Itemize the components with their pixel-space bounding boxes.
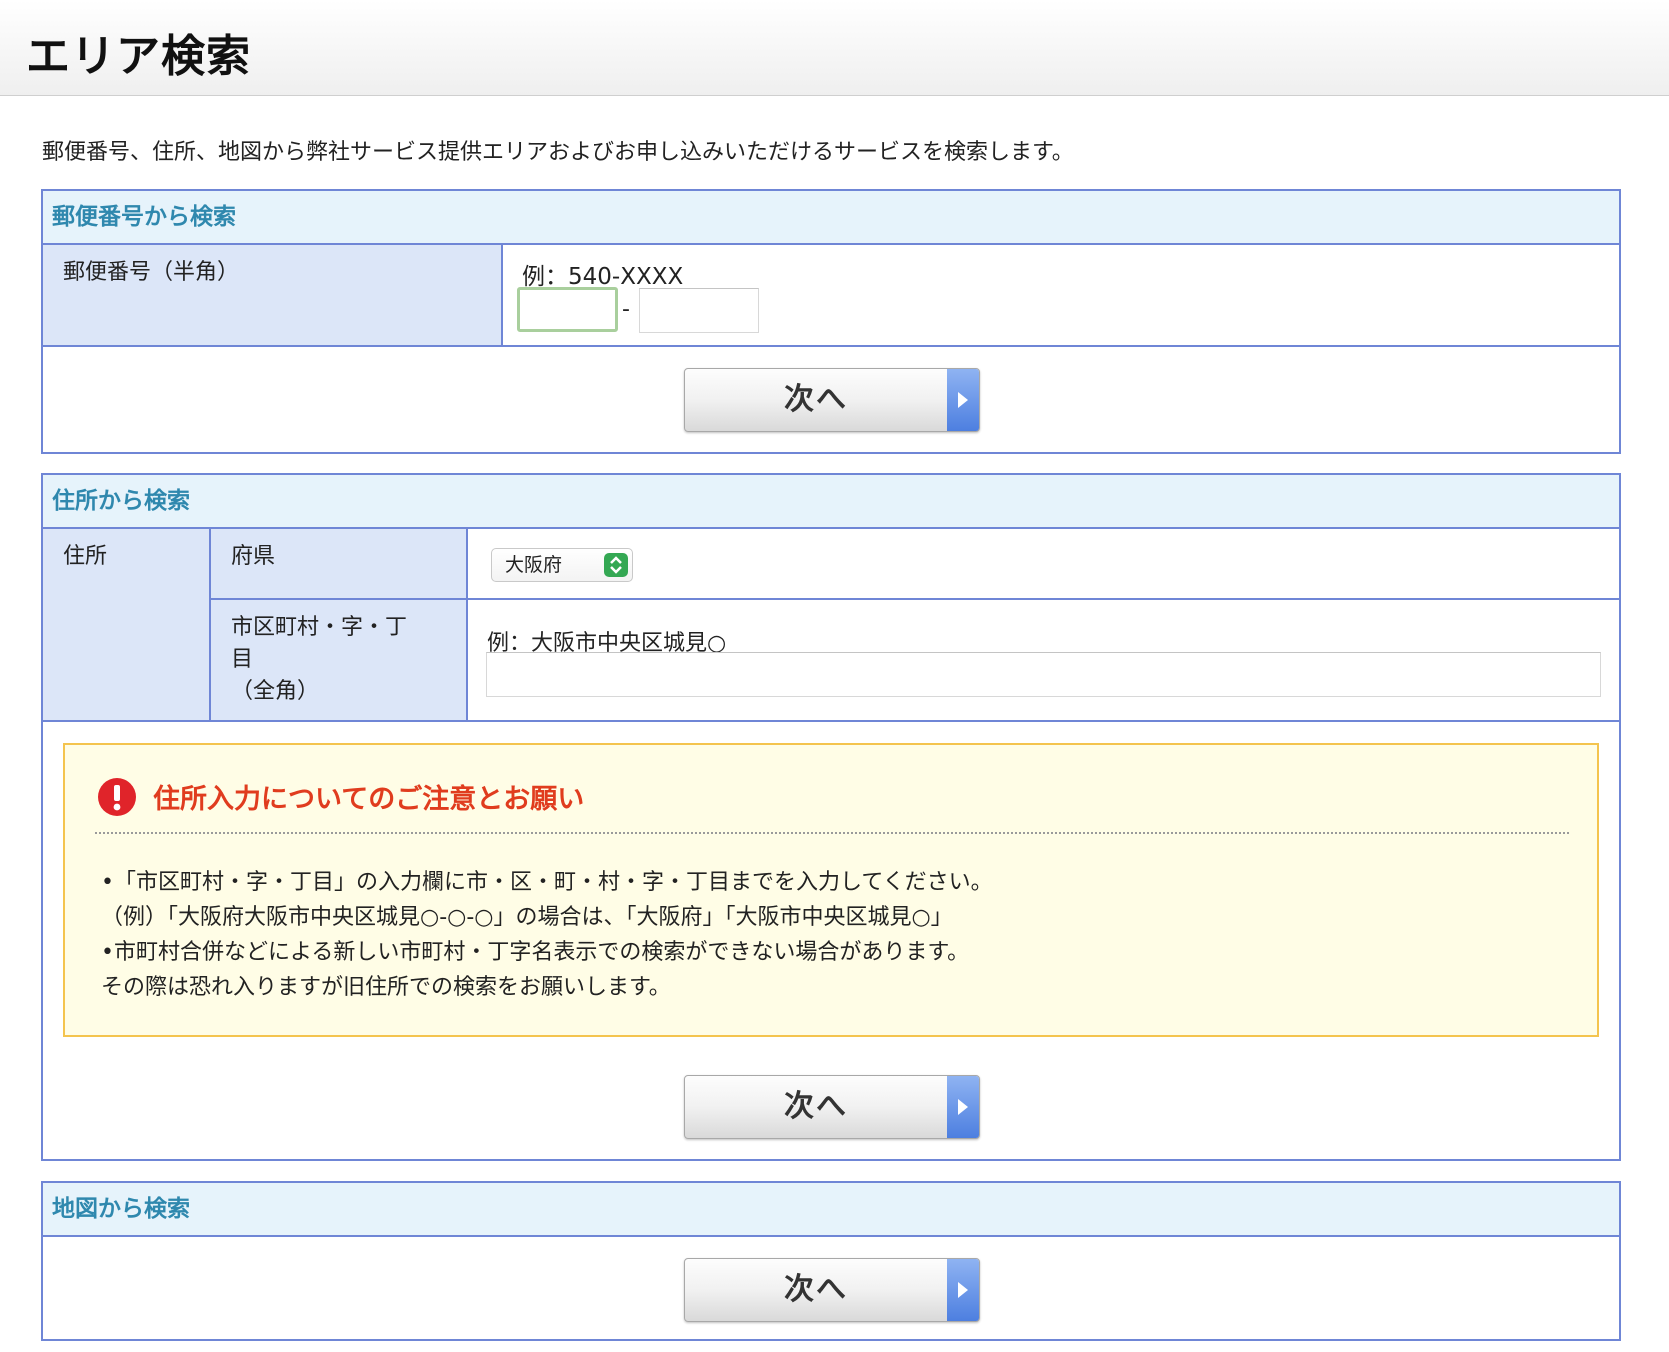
- exclamation-icon: [97, 777, 137, 821]
- intro-text: 郵便番号、住所、地図から弊社サービス提供エリアおよびお申し込みいただけるサービス…: [42, 140, 1074, 165]
- address-label-text: 住所: [63, 544, 108, 569]
- notice-line: （例）「大阪府大阪市中央区城見○-○-○」の場合は、「大阪府」「大阪市中央区城見…: [101, 905, 953, 930]
- prefecture-label-text: 府県: [231, 544, 276, 569]
- page-header: エリア検索: [0, 0, 1669, 96]
- postal-divider-vertical: [501, 245, 503, 345]
- postal-search-title: 郵便番号から検索: [52, 204, 236, 230]
- city-label-line-1: 市区町村・字・丁: [231, 615, 408, 640]
- address-divider-2: [466, 529, 468, 720]
- postal-divider-horizontal: [43, 345, 1619, 347]
- city-label: 市区町村・字・丁 目 （全角）: [211, 600, 466, 720]
- prefecture-label: 府県: [211, 529, 466, 599]
- notice-divider: [95, 832, 1569, 834]
- prefecture-select-value: 大阪府: [505, 554, 563, 576]
- postal-next-button[interactable]: 次へ: [684, 368, 980, 432]
- chevron-right-icon: [947, 1076, 979, 1138]
- city-input[interactable]: [486, 652, 1601, 697]
- map-search-section: 地図から検索 次へ: [41, 1181, 1621, 1341]
- notice-title: 住所入力についてのご注意とお願い: [153, 784, 585, 815]
- select-arrows-icon: [604, 553, 628, 577]
- postal-code-input-first[interactable]: [517, 287, 618, 332]
- chevron-right-icon: [947, 369, 979, 431]
- map-next-label: 次へ: [784, 1272, 848, 1307]
- postal-next-label: 次へ: [784, 382, 848, 417]
- map-next-button[interactable]: 次へ: [684, 1258, 980, 1322]
- city-label-line-3: （全角）: [231, 679, 320, 704]
- address-label: 住所: [43, 529, 209, 720]
- address-search-section: 住所から検索 住所 府県 市区町村・字・丁 目 （全角） 大阪府 例：大阪市中央…: [41, 473, 1621, 1161]
- postal-code-example: 例：540-XXXX: [522, 264, 684, 290]
- postal-code-input-second[interactable]: [639, 288, 759, 333]
- chevron-right-icon: [947, 1259, 979, 1321]
- city-label-line-2: 目: [231, 647, 254, 672]
- map-search-header: 地図から検索: [43, 1183, 1619, 1237]
- notice-line: •市町村合併などによる新しい市町村・丁字名表示での検索ができない場合があります。: [101, 940, 970, 965]
- postal-code-label: 郵便番号（半角）: [43, 245, 501, 345]
- notice-body: •「市区町村・字・丁目」の入力欄に市・区・町・村・字・丁目までを入力してください…: [101, 865, 993, 1005]
- page-title: エリア検索: [26, 31, 251, 82]
- address-search-header: 住所から検索: [43, 475, 1619, 529]
- address-notice: 住所入力についてのご注意とお願い •「市区町村・字・丁目」の入力欄に市・区・町・…: [63, 743, 1599, 1037]
- postal-search-header: 郵便番号から検索: [43, 191, 1619, 245]
- prefecture-select[interactable]: 大阪府: [491, 548, 633, 582]
- postal-code-separator: -: [622, 297, 630, 322]
- notice-line: その際は恐れ入りますが旧住所での検索をお願いします。: [101, 975, 671, 1000]
- postal-search-section: 郵便番号から検索 郵便番号（半角） 例：540-XXXX - 次へ: [41, 189, 1621, 454]
- postal-code-label-text: 郵便番号（半角）: [63, 260, 240, 285]
- address-divider-bottom: [43, 720, 1619, 722]
- map-search-title: 地図から検索: [52, 1196, 190, 1222]
- address-next-button[interactable]: 次へ: [684, 1075, 980, 1139]
- address-search-title: 住所から検索: [52, 488, 190, 514]
- notice-line: •「市区町村・字・丁目」の入力欄に市・区・町・村・字・丁目までを入力してください…: [101, 870, 993, 895]
- address-next-label: 次へ: [784, 1089, 848, 1124]
